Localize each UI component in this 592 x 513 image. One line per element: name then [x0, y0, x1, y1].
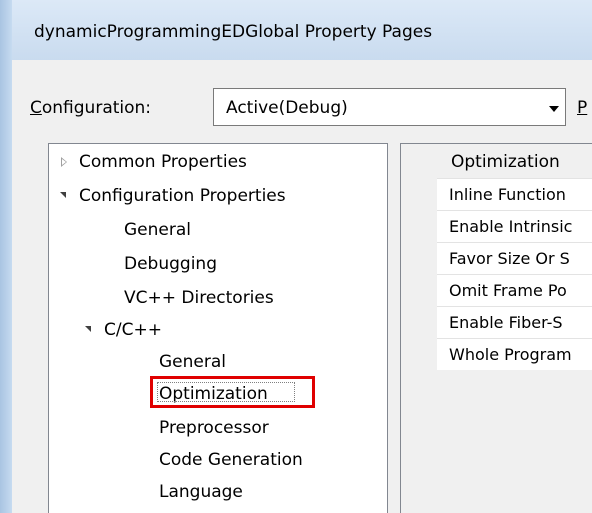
property-grid-header: Optimization: [401, 144, 592, 178]
tree-item-code-generation[interactable]: Code Generation: [159, 448, 303, 472]
tree-item-common-properties[interactable]: Common Properties: [79, 150, 247, 174]
window-title: dynamicProgrammingEDGlobal Property Page…: [34, 22, 433, 42]
tree-item-c-cpp[interactable]: C/C++: [104, 318, 162, 342]
tree-item-preprocessor[interactable]: Preprocessor: [159, 416, 269, 440]
configuration-label-accesskey: C: [30, 98, 42, 118]
property-rows: Inline Function Enable Intrinsic Favor S…: [437, 178, 592, 370]
property-row-enable-intrinsic[interactable]: Enable Intrinsic: [437, 210, 592, 242]
platform-label: P: [577, 98, 588, 118]
property-row-favor-size[interactable]: Favor Size Or S: [437, 242, 592, 274]
configuration-dropdown-value: Active(Debug): [226, 98, 348, 118]
focus-rectangle: [157, 382, 295, 402]
property-grid[interactable]: Optimization Inline Function Enable Intr…: [400, 143, 592, 513]
property-row-enable-fiber-safe[interactable]: Enable Fiber-S: [437, 306, 592, 338]
configuration-dropdown[interactable]: Active(Debug): [213, 88, 566, 126]
chevron-down-icon: [549, 106, 559, 112]
collapse-arrow-icon[interactable]: [60, 192, 66, 198]
configuration-label: Configuration:: [30, 98, 151, 118]
tree-item-language[interactable]: Language: [159, 480, 243, 504]
collapse-arrow-icon[interactable]: [85, 326, 91, 332]
configuration-label-text: onfiguration:: [41, 98, 152, 118]
category-title: Optimization: [451, 152, 560, 172]
tree-item-cpp-general[interactable]: General: [159, 350, 226, 374]
grid-gutter: [401, 178, 437, 378]
title-bar[interactable]: dynamicProgrammingEDGlobal Property Page…: [12, 0, 592, 60]
property-tree[interactable]: Common Properties Configuration Properti…: [48, 143, 388, 513]
expand-arrow-icon[interactable]: [61, 157, 67, 167]
tree-item-vc-directories[interactable]: VC++ Directories: [124, 286, 274, 310]
tree-item-debugging[interactable]: Debugging: [124, 252, 217, 276]
tree-item-general[interactable]: General: [124, 218, 191, 242]
property-row-whole-program[interactable]: Whole Program: [437, 338, 592, 370]
property-row-inline-function[interactable]: Inline Function: [437, 178, 592, 210]
selection-highlight-box: [150, 376, 315, 408]
property-row-omit-frame-pointers[interactable]: Omit Frame Po: [437, 274, 592, 306]
tree-item-configuration-properties[interactable]: Configuration Properties: [79, 184, 286, 208]
